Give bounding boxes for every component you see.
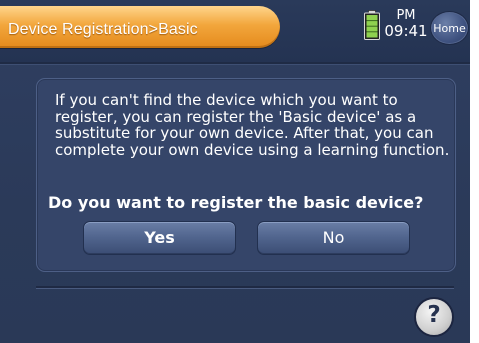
home-button-label: Home bbox=[433, 22, 466, 35]
dialog-question: Do you want to register the basic device… bbox=[48, 193, 424, 212]
title-bar: Device Registration>Basic bbox=[0, 6, 280, 48]
home-button[interactable]: Home bbox=[430, 11, 469, 45]
device-registration-screen: Device Registration>Basic PM 09:41 Home … bbox=[0, 0, 470, 343]
top-bar: Device Registration>Basic PM 09:41 Home bbox=[0, 0, 470, 62]
yes-button[interactable]: Yes bbox=[83, 221, 236, 255]
clock-time: 09:41 bbox=[384, 22, 428, 40]
battery-icon bbox=[364, 10, 380, 40]
help-button[interactable]: ? bbox=[414, 297, 454, 337]
dialog-message: If you can't find the device which you w… bbox=[55, 91, 450, 159]
help-icon: ? bbox=[427, 302, 441, 328]
clock: PM 09:41 bbox=[384, 9, 428, 40]
footer-divider bbox=[36, 286, 454, 289]
confirmation-dialog: If you can't find the device which you w… bbox=[36, 78, 456, 272]
no-button[interactable]: No bbox=[257, 221, 410, 255]
page-title: Device Registration>Basic bbox=[8, 21, 198, 38]
header-divider bbox=[0, 62, 470, 65]
clock-ampm: PM bbox=[396, 8, 416, 23]
